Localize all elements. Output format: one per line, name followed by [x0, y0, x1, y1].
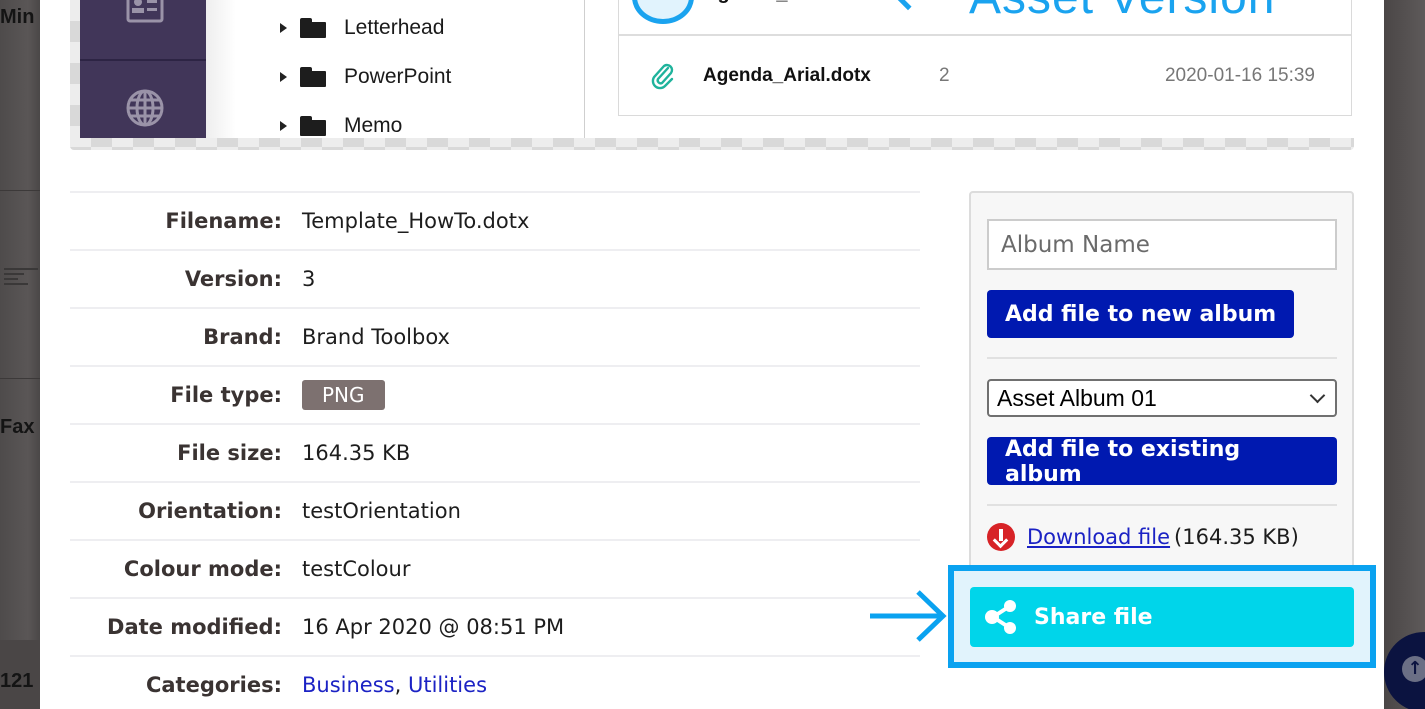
download-row: Download file (164.35 KB): [987, 523, 1299, 551]
background-thumbnail: [4, 268, 38, 308]
version-file-name: Agenda_Arial.dotx: [703, 65, 871, 86]
highlighted-file-name: Agenda_Arial.dotx: [703, 0, 880, 5]
tree-item-label: Memo: [344, 114, 403, 137]
tree-item-memo[interactable]: Memo: [280, 111, 402, 141]
contact-card-icon: [126, 0, 164, 23]
detail-row-file-type: File type: PNG: [70, 365, 920, 423]
category-link-utilities[interactable]: Utilities: [408, 673, 487, 697]
file-details-table: Filename: Template_HowTo.dotx Version: 3…: [70, 191, 920, 709]
detail-label: File size:: [177, 441, 282, 465]
background-text: Fax: [0, 416, 35, 438]
detail-row-colour-mode: Colour mode: testColour: [70, 539, 920, 597]
share-highlight-frame: Share file: [948, 565, 1376, 668]
asset-detail-modal: Letterhead PowerPoint Memo Agenda_Arial.…: [40, 0, 1384, 709]
row-divider: [619, 34, 1351, 36]
caret-right-icon[interactable]: [280, 72, 287, 82]
add-to-existing-album-button[interactable]: Add file to existing album: [987, 437, 1337, 487]
caret-right-icon[interactable]: [280, 23, 287, 33]
detail-label: Orientation:: [138, 499, 282, 523]
detail-label: Date modified:: [107, 615, 282, 639]
arrow-up-icon: ↑: [1402, 656, 1425, 682]
detail-row-version: Version: 3: [70, 249, 920, 307]
version-date: 2020-01-16 15:39: [1164, 65, 1315, 86]
detail-value: Template_HowTo.dotx: [302, 209, 530, 233]
detail-value: testOrientation: [302, 499, 461, 523]
annotation-title: Asset Version: [969, 0, 1275, 25]
paperclip-icon: [651, 63, 674, 90]
detail-value: Brand Toolbox: [302, 325, 450, 349]
version-list: Agenda_Arial.dotx Asset Version Agenda_A…: [618, 0, 1352, 116]
folder-icon: [300, 18, 326, 38]
download-size: (164.35 KB): [1174, 525, 1299, 549]
detail-row-date-modified: Date modified: 16 Apr 2020 @ 08:51 PM: [70, 597, 920, 655]
detail-row-file-size: File size: 164.35 KB: [70, 423, 920, 481]
detail-label: File type:: [170, 383, 282, 407]
globe-icon: [126, 89, 164, 127]
preview-sidebar: [80, 0, 206, 138]
album-select[interactable]: Asset Album 01: [987, 379, 1337, 417]
detail-label: Brand:: [203, 325, 282, 349]
detail-label: Version:: [184, 267, 282, 291]
detail-label: Categories:: [145, 673, 282, 697]
detail-value: 164.35 KB: [302, 441, 411, 465]
detail-row-orientation: Orientation: testOrientation: [70, 481, 920, 539]
caret-right-icon[interactable]: [280, 121, 287, 131]
highlight-circle: [632, 0, 694, 24]
background-text: 121: [0, 670, 34, 692]
arrow-right-icon: [870, 590, 947, 642]
detail-value: testColour: [302, 557, 411, 581]
background-page-left: Min Fax 121: [0, 0, 40, 709]
version-row[interactable]: Agenda_Arial.dotx 2 2020-01-16 15:39: [619, 56, 1351, 96]
tree-item-powerpoint[interactable]: PowerPoint: [280, 62, 451, 92]
category-separator: ,: [394, 673, 408, 697]
add-to-new-album-button[interactable]: Add file to new album: [987, 290, 1295, 338]
panel-divider: [987, 504, 1337, 506]
album-name-input[interactable]: [987, 219, 1337, 270]
detail-label: Colour mode:: [123, 557, 282, 581]
folder-icon: [300, 67, 326, 87]
category-link-business[interactable]: Business: [302, 673, 395, 697]
share-icon: [985, 600, 1016, 634]
folder-tree: Letterhead PowerPoint Memo: [206, 0, 585, 138]
detail-label: Filename:: [165, 209, 282, 233]
background-text: Min: [0, 6, 35, 28]
tree-item-letterhead[interactable]: Letterhead: [280, 13, 444, 43]
background-page-right: [1384, 0, 1425, 709]
divider: [0, 190, 40, 191]
download-file-link[interactable]: Download file: [1027, 525, 1170, 549]
share-file-button[interactable]: Share file: [970, 587, 1354, 647]
detail-row-categories: Categories: Business, Utilities: [70, 655, 920, 709]
share-file-label: Share file: [1034, 604, 1153, 630]
file-type-badge: PNG: [302, 380, 385, 410]
sidebar-divider: [80, 59, 206, 61]
version-number: 2: [939, 65, 950, 86]
detail-value: 16 Apr 2020 @ 08:51 PM: [302, 615, 565, 639]
asset-preview: Letterhead PowerPoint Memo Agenda_Arial.…: [70, 0, 1354, 150]
detail-row-filename: Filename: Template_HowTo.dotx: [70, 191, 920, 249]
chevron-left-icon: [886, 0, 930, 11]
tree-item-label: PowerPoint: [344, 65, 452, 88]
chevron-down-icon: [1309, 387, 1326, 403]
divider: [0, 378, 40, 379]
tree-item-label: Letterhead: [344, 16, 445, 39]
detail-row-brand: Brand: Brand Toolbox: [70, 307, 920, 365]
folder-icon: [300, 116, 326, 136]
album-select-value: Asset Album 01: [997, 384, 1157, 411]
panel-divider: [987, 357, 1337, 359]
download-icon: [987, 523, 1015, 551]
detail-value: 3: [302, 267, 316, 291]
